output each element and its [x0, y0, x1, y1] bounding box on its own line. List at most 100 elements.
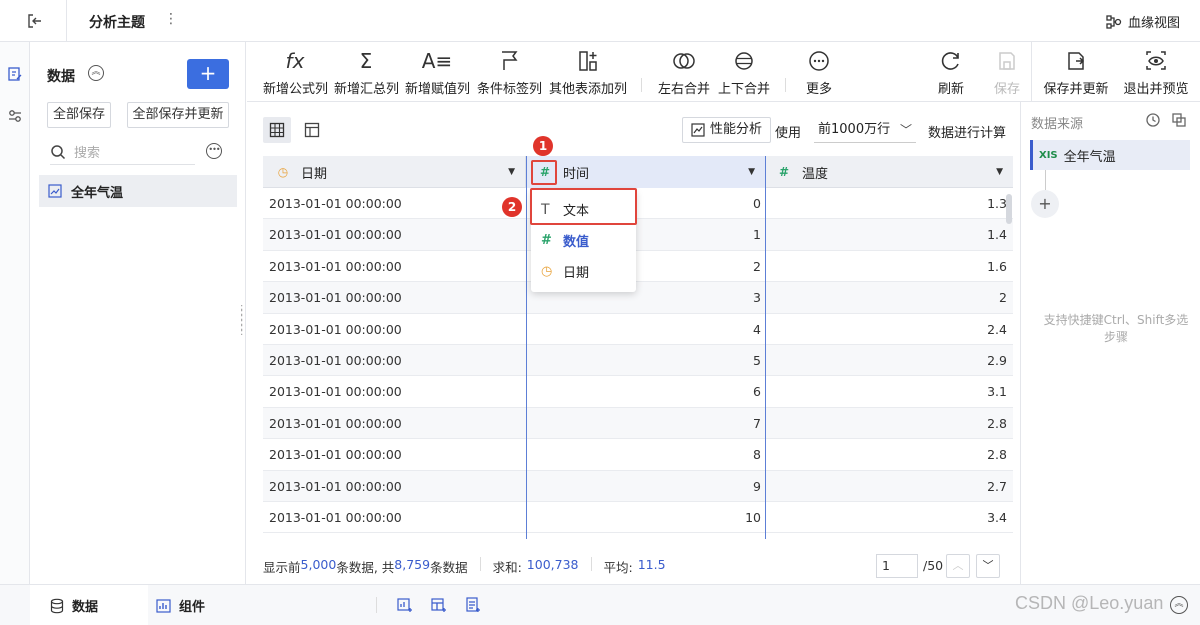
save-button[interactable]: 保存 [987, 48, 1027, 100]
collapse-icon[interactable]: ︽ [88, 65, 104, 81]
settings-sliders-icon[interactable] [7, 108, 23, 124]
search-input[interactable]: 搜索 [50, 139, 195, 165]
column-header-temperature[interactable]: # 温度 ▼ [766, 156, 1013, 188]
cell-date[interactable]: 2013-01-01 00:00:00 [269, 408, 519, 439]
type-option-number[interactable]: # 数值 [531, 225, 636, 256]
data-panel: 数据 ︽ + 全部保存 全部保存并更新 搜索 ••• 全年气温 [30, 42, 246, 584]
cell-temperature[interactable]: 2 [767, 282, 1007, 313]
table-row[interactable]: 2013-01-01 00:00:00 2 1.6 [263, 251, 1013, 283]
cell-time[interactable]: 10 [527, 502, 761, 533]
cell-time[interactable]: 5 [527, 345, 761, 376]
data-edit-icon[interactable] [7, 66, 23, 82]
cell-date[interactable]: 2013-01-01 00:00:00 [269, 345, 519, 376]
table-row[interactable]: 2013-01-01 00:00:00 3 2 [263, 282, 1013, 314]
cell-temperature[interactable]: 2.9 [767, 345, 1007, 376]
cell-date[interactable]: 2013-01-01 00:00:00 [269, 188, 519, 219]
save-and-update-button[interactable]: 保存并更新 [1041, 48, 1111, 100]
table-item-annual-temperature[interactable]: 全年气温 [39, 175, 237, 207]
cell-date[interactable]: 2013-01-01 00:00:00 [269, 439, 519, 470]
add-step-button[interactable]: + [1031, 190, 1059, 218]
caret-down-icon[interactable]: ▼ [748, 167, 755, 177]
data-source-item[interactable]: XIS 全年气温 [1030, 140, 1190, 170]
table-row[interactable]: 2013-01-01 00:00:00 5 2.9 [263, 344, 1013, 377]
tab-component[interactable]: 组件 [156, 585, 236, 625]
add-data-button[interactable]: + [187, 59, 229, 89]
date-type-icon[interactable]: ◷ [273, 165, 293, 179]
expand-up-icon[interactable]: ︽ [1170, 596, 1188, 614]
cell-date[interactable]: 2013-01-01 00:00:00 [269, 251, 519, 282]
add-dashboard-icon[interactable] [431, 597, 447, 613]
exit-icon[interactable] [26, 12, 44, 30]
condition-tag-column-button[interactable]: 条件标签列 [477, 48, 542, 100]
caret-down-icon[interactable]: ▼ [508, 167, 515, 177]
tab-component-label: 组件 [179, 600, 206, 615]
cell-temperature[interactable]: 3.1 [767, 376, 1007, 407]
cell-temperature[interactable]: 2.8 [767, 439, 1007, 470]
cell-temperature[interactable]: 1.6 [767, 251, 1007, 282]
column-header-time[interactable]: # 时间 ▼ [527, 156, 765, 188]
caret-down-icon[interactable]: ▼ [996, 167, 1003, 177]
cell-date[interactable]: 2013-01-01 00:00:00 [269, 502, 519, 533]
add-formula-column-button[interactable]: fx 新增公式列 [263, 48, 328, 100]
cell-time[interactable]: 9 [527, 471, 761, 502]
cell-date[interactable]: 2013-01-01 00:00:00 [269, 314, 519, 345]
save-all-update-button[interactable]: 全部保存并更新 [127, 102, 229, 128]
cell-temperature[interactable]: 3.4 [767, 502, 1007, 533]
venn-horizontal-icon [655, 48, 713, 74]
add-assign-column-button[interactable]: A≡ 新增赋值列 [405, 48, 470, 100]
table-scrollbar[interactable] [1006, 194, 1012, 224]
more-icon[interactable]: ••• [206, 143, 222, 159]
table-row[interactable]: 2013-01-01 00:00:00 6 3.1 [263, 376, 1013, 408]
type-option-date[interactable]: ◷ 日期 [531, 256, 636, 287]
layout-view-icon[interactable] [298, 117, 326, 143]
lineage-view-button[interactable]: 血缘视图 [1106, 12, 1180, 31]
tab-data[interactable]: 数据 [30, 585, 148, 625]
next-page-button[interactable]: ﹀ [976, 554, 1000, 578]
page-number-input[interactable]: 1 [876, 554, 918, 578]
cell-temperature[interactable]: 2.7 [767, 471, 1007, 502]
cell-date[interactable]: 2013-01-01 00:00:00 [269, 471, 519, 502]
column-header-date[interactable]: ◷ 日期 ▼ [263, 156, 526, 188]
selected-column-right-border [765, 156, 766, 539]
cell-date[interactable]: 2013-01-01 00:00:00 [269, 219, 519, 250]
exit-and-preview-button[interactable]: 退出并预览 [1121, 48, 1191, 100]
more-options-icon[interactable]: ⋮ [164, 11, 178, 27]
refresh-button[interactable]: 刷新 [931, 48, 971, 100]
more-button[interactable]: 更多 [799, 48, 839, 100]
table-row[interactable]: 2013-01-01 00:00:00 1 1.4 [263, 219, 1013, 251]
cell-date[interactable]: 2013-01-01 00:00:00 [269, 282, 519, 313]
table-row[interactable]: 2013-01-01 00:00:00 7 2.8 [263, 407, 1013, 440]
row-limit-select[interactable]: 前1000万行 ﹀ [814, 117, 916, 143]
avg-label: 平均: [603, 560, 633, 575]
grid-view-icon[interactable] [263, 117, 291, 143]
cell-time[interactable]: 7 [527, 408, 761, 439]
save-all-button[interactable]: 全部保存 [47, 102, 111, 128]
table-row[interactable]: 2013-01-01 00:00:00 10 3.4 [263, 502, 1013, 534]
cell-time[interactable]: 6 [527, 376, 761, 407]
table-row[interactable]: 2013-01-01 00:00:00 8 2.8 [263, 439, 1013, 471]
add-summary-column-button[interactable]: Σ 新增汇总列 [334, 48, 399, 100]
table-row[interactable]: 2013-01-01 00:00:00 4 2.4 [263, 314, 1013, 345]
add-chart-icon[interactable] [397, 597, 413, 613]
panel-resize-handle[interactable]: : :: :: : [240, 303, 250, 338]
cell-time[interactable]: 8 [527, 439, 761, 470]
performance-analysis-button[interactable]: 性能分析 [682, 117, 772, 143]
other-table-add-column-button[interactable]: 其他表添加列 [549, 48, 627, 100]
prev-page-button[interactable]: ︿ [946, 554, 970, 578]
save-icon [987, 48, 1027, 74]
table-row[interactable]: 2013-01-01 00:00:00 9 2.7 [263, 470, 1013, 502]
cell-temperature[interactable]: 2.4 [767, 314, 1007, 345]
number-type-icon[interactable]: # [774, 165, 794, 179]
cell-date[interactable]: 2013-01-01 00:00:00 [269, 376, 519, 407]
table-row[interactable]: 2013-01-01 00:00:00 0 1.3 [263, 188, 1013, 220]
cell-temperature[interactable]: 1.3 [767, 188, 1007, 219]
type-option-label: 日期 [563, 266, 590, 281]
copy-icon[interactable] [1171, 112, 1187, 128]
cell-temperature[interactable]: 1.4 [767, 219, 1007, 250]
history-icon[interactable] [1145, 112, 1161, 128]
merge-up-down-button[interactable]: 上下合并 [715, 48, 773, 100]
cell-time[interactable]: 4 [527, 314, 761, 345]
merge-left-right-button[interactable]: 左右合并 [655, 48, 713, 100]
add-report-icon[interactable] [465, 597, 481, 613]
cell-temperature[interactable]: 2.8 [767, 408, 1007, 439]
